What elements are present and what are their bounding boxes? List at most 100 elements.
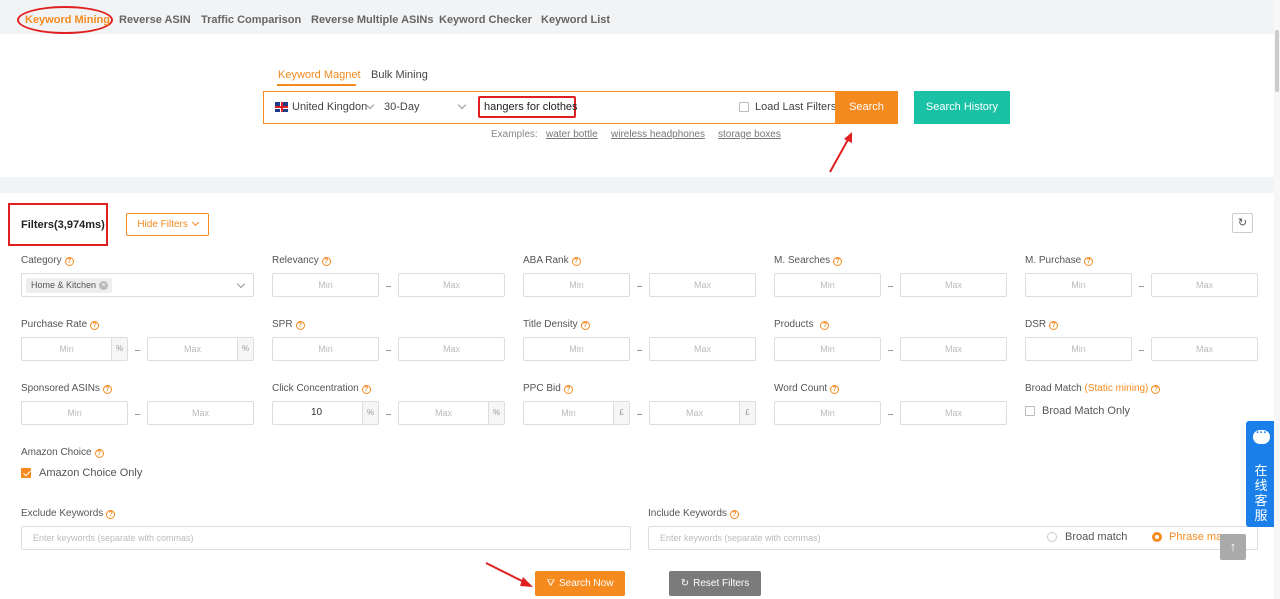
- products-label: Products?: [774, 319, 830, 330]
- amazon-choice-only-checkbox[interactable]: [21, 468, 31, 478]
- aba-rank-min-input[interactable]: Min: [523, 273, 630, 297]
- annotation-arrow: [829, 132, 852, 173]
- hide-filters-button[interactable]: Hide Filters: [126, 213, 209, 236]
- subtab-keyword-magnet[interactable]: Keyword Magnet: [278, 69, 361, 81]
- purchase-rate-max-input[interactable]: Max%: [147, 337, 254, 361]
- load-last-filters-checkbox[interactable]: [739, 102, 749, 112]
- refresh-icon[interactable]: ↻: [1232, 213, 1253, 233]
- category-label: Category?: [21, 255, 74, 266]
- broad-match-only-checkbox[interactable]: [1025, 406, 1035, 416]
- purchase-rate-label: Purchase Rate?: [21, 319, 100, 330]
- sponsored-asins-min-input[interactable]: Min: [21, 401, 128, 425]
- range-dash: [888, 414, 893, 415]
- dsr-max-input[interactable]: Max: [1151, 337, 1258, 361]
- help-icon: ?: [64, 257, 74, 266]
- broad-match-radio[interactable]: [1047, 532, 1057, 542]
- ppc-bid-min-input[interactable]: Min £: [523, 401, 630, 425]
- tab-traffic-comparison[interactable]: Traffic Comparison: [201, 14, 301, 26]
- help-icon: ?: [563, 385, 573, 394]
- broad-match-only-label: Broad Match Only: [1042, 405, 1131, 417]
- title-density-min-input[interactable]: Min: [523, 337, 630, 361]
- ppc-bid-max-input[interactable]: Max £: [649, 401, 756, 425]
- period-select[interactable]: 30-Day: [384, 101, 419, 113]
- click-concentration-max-input[interactable]: Max%: [398, 401, 505, 425]
- exclude-keywords-input[interactable]: Enter keywords (separate with commas): [21, 526, 631, 550]
- relevancy-label: Relevancy?: [272, 255, 331, 266]
- phrase-match-radio[interactable]: [1152, 532, 1162, 542]
- online-chat-widget[interactable]: 在线客服: [1246, 421, 1276, 527]
- range-dash: [888, 286, 893, 287]
- search-button[interactable]: Search: [835, 91, 898, 124]
- help-icon: ?: [1049, 321, 1059, 330]
- range-dash: [386, 350, 391, 351]
- subtab-bulk-mining[interactable]: Bulk Mining: [371, 69, 428, 81]
- m-searches-label: M. Searches?: [774, 255, 843, 266]
- products-min-input[interactable]: Min: [774, 337, 881, 361]
- ppc-bid-label: PPC Bid?: [523, 383, 573, 394]
- word-count-min-input[interactable]: Min: [774, 401, 881, 425]
- top-tab-bar: [0, 0, 1280, 34]
- help-icon: ?: [1084, 257, 1094, 266]
- m-purchase-max-input[interactable]: Max: [1151, 273, 1258, 297]
- example-link[interactable]: wireless headphones: [611, 129, 705, 140]
- dsr-label: DSR?: [1025, 319, 1059, 330]
- phrase-match-option-label: Phrase ma: [1169, 531, 1223, 543]
- filter-icon: ⛛: [546, 578, 555, 589]
- purchase-rate-min-input[interactable]: Min%: [21, 337, 128, 361]
- chat-bubble-icon: [1253, 427, 1270, 444]
- help-icon: ?: [1151, 385, 1161, 394]
- filters-title: Filters(3,974ms): [21, 219, 105, 231]
- scrollbar-thumb[interactable]: [1275, 30, 1279, 92]
- chevron-down-icon: [191, 218, 199, 227]
- annotation-arrow: [485, 562, 533, 587]
- tab-reverse-asin[interactable]: Reverse ASIN: [119, 14, 191, 26]
- include-keywords-input[interactable]: Enter keywords (separate with commas): [648, 526, 1258, 550]
- m-searches-min-input[interactable]: Min: [774, 273, 881, 297]
- relevancy-min-input[interactable]: Min: [272, 273, 379, 297]
- help-icon: ?: [321, 257, 331, 266]
- tab-keyword-list[interactable]: Keyword List: [541, 14, 610, 26]
- back-to-top-button[interactable]: ↑: [1220, 534, 1246, 560]
- click-concentration-min-input[interactable]: 10%: [272, 401, 379, 425]
- range-dash: [888, 350, 893, 351]
- help-icon: ?: [571, 257, 581, 266]
- word-count-max-input[interactable]: Max: [900, 401, 1007, 425]
- amazon-choice-only-label: Amazon Choice Only: [39, 467, 143, 479]
- category-chip[interactable]: Home & Kitchen ×: [26, 278, 113, 293]
- spr-max-input[interactable]: Max: [398, 337, 505, 361]
- search-history-button[interactable]: Search History: [914, 91, 1010, 124]
- help-icon: ?: [729, 510, 739, 519]
- subtab-underline: [277, 84, 356, 86]
- keyword-input[interactable]: hangers for clothes: [478, 96, 578, 118]
- range-dash: [1139, 350, 1144, 351]
- tab-keyword-checker[interactable]: Keyword Checker: [439, 14, 532, 26]
- help-icon: ?: [90, 321, 100, 330]
- help-icon: ?: [833, 257, 843, 266]
- m-purchase-label: M. Purchase?: [1025, 255, 1094, 266]
- sponsored-asins-label: Sponsored ASINs?: [21, 383, 112, 394]
- search-now-button[interactable]: ⛛ Search Now: [535, 571, 625, 596]
- broad-match-label: Broad Match (Static mining)?: [1025, 383, 1161, 394]
- m-searches-max-input[interactable]: Max: [900, 273, 1007, 297]
- broad-match-option-label: Broad match: [1065, 531, 1128, 543]
- title-density-max-input[interactable]: Max: [649, 337, 756, 361]
- range-dash: [135, 414, 140, 415]
- m-purchase-min-input[interactable]: Min: [1025, 273, 1132, 297]
- dsr-min-input[interactable]: Min: [1025, 337, 1132, 361]
- range-dash: [1139, 286, 1144, 287]
- uk-flag-icon: [275, 102, 288, 112]
- aba-rank-max-input[interactable]: Max: [649, 273, 756, 297]
- sponsored-asins-max-input[interactable]: Max: [147, 401, 254, 425]
- example-link[interactable]: water bottle: [546, 129, 598, 140]
- spr-label: SPR?: [272, 319, 305, 330]
- spr-min-input[interactable]: Min: [272, 337, 379, 361]
- exclude-keywords-label: Exclude Keywords?: [21, 508, 116, 519]
- example-link[interactable]: storage boxes: [718, 129, 781, 140]
- tab-reverse-multiple-asins[interactable]: Reverse Multiple ASINs: [311, 14, 433, 26]
- marketplace-select[interactable]: United Kingdon: [292, 101, 367, 113]
- help-icon: ?: [106, 510, 116, 519]
- reset-filters-button[interactable]: ↻ Reset Filters: [669, 571, 761, 596]
- relevancy-max-input[interactable]: Max: [398, 273, 505, 297]
- tab-keyword-mining[interactable]: Keyword Mining: [25, 14, 110, 26]
- products-max-input[interactable]: Max: [900, 337, 1007, 361]
